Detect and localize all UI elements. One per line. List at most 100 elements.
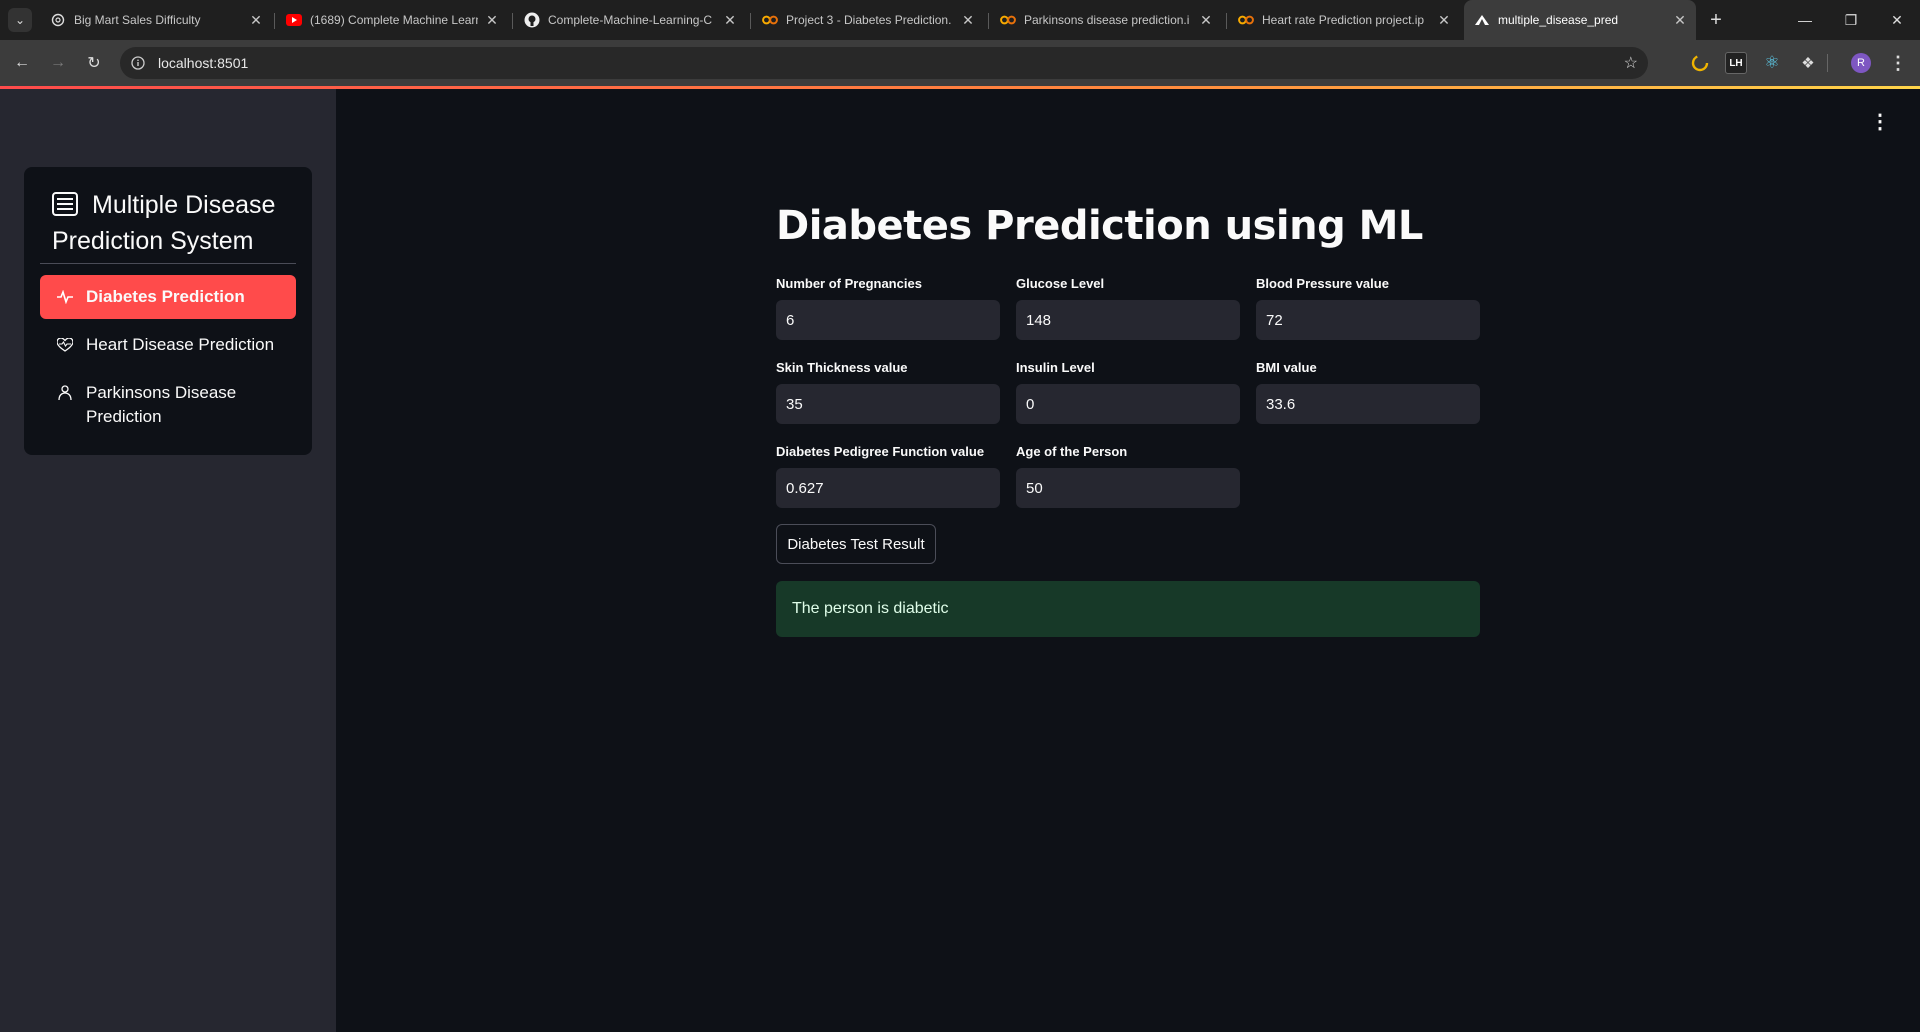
browser-tab[interactable]: Heart rate Prediction project.ip ✕: [1228, 6, 1460, 34]
tab-title: multiple_disease_pred: [1498, 13, 1619, 27]
tab-title: Parkinsons disease prediction.i: [1024, 13, 1190, 27]
close-tab-icon[interactable]: ✕: [1198, 12, 1214, 28]
url-text: localhost:8501: [158, 55, 249, 71]
close-tab-icon[interactable]: ✕: [1672, 12, 1688, 28]
main-content: ⋮ Diabetes Prediction using ML Number of…: [336, 89, 1920, 1032]
restore-icon[interactable]: ❐: [1828, 0, 1874, 40]
age-label: Age of the Person: [1016, 444, 1128, 459]
tab-title: (1689) Complete Machine Learn: [310, 13, 478, 27]
address-bar[interactable]: localhost:8501 ☆: [120, 47, 1648, 79]
blood-pressure-label: Blood Pressure value: [1256, 276, 1389, 291]
result-text: The person is diabetic: [792, 600, 949, 617]
app-menu-icon[interactable]: ⋮: [1868, 109, 1892, 133]
extension-clock-icon[interactable]: [1689, 52, 1711, 74]
chatgpt-icon: [50, 12, 66, 28]
person-icon: [56, 381, 74, 405]
blood-pressure-field: Blood Pressure value: [1256, 276, 1480, 340]
diabetes-test-result-button[interactable]: Diabetes Test Result: [776, 524, 936, 564]
github-icon: [524, 12, 540, 28]
close-tab-icon[interactable]: ✕: [484, 12, 500, 28]
puzzle-icon[interactable]: ❖: [1797, 52, 1819, 74]
tab-title: Heart rate Prediction project.ip: [1262, 13, 1425, 27]
glucose-input[interactable]: [1016, 300, 1240, 340]
skin-thickness-label: Skin Thickness value: [776, 360, 908, 375]
react-devtools-icon[interactable]: ⚛: [1761, 52, 1783, 74]
browser-tab[interactable]: (1689) Complete Machine Learn ✕: [276, 6, 508, 34]
bmi-label: BMI value: [1256, 360, 1317, 375]
menu-title: Multiple Disease Prediction System: [52, 187, 292, 259]
tab-separator: [274, 13, 275, 29]
youtube-icon: [286, 12, 302, 28]
menu-divider: [40, 263, 296, 264]
skin-thickness-input[interactable]: [776, 384, 1000, 424]
tab-title: Project 3 - Diabetes Prediction.: [786, 13, 952, 27]
pedigree-input[interactable]: [776, 468, 1000, 508]
toolbar-divider: [1827, 54, 1828, 72]
close-tab-icon[interactable]: ✕: [960, 12, 976, 28]
forward-arrow-icon[interactable]: →: [42, 47, 74, 79]
pregnancies-label: Number of Pregnancies: [776, 276, 922, 291]
minimize-icon[interactable]: —: [1782, 0, 1828, 40]
sidebar-item-label: Parkinsons Disease Prediction: [86, 383, 237, 426]
close-tab-icon[interactable]: ✕: [1436, 12, 1452, 28]
sidebar-item-label: Diabetes Prediction: [86, 287, 245, 306]
tab-separator: [988, 13, 989, 29]
sidebar-item-diabetes-prediction[interactable]: Diabetes Prediction: [40, 275, 296, 319]
colab-icon: [1000, 12, 1016, 28]
tab-separator: [750, 13, 751, 29]
bmi-field: BMI value: [1256, 360, 1480, 424]
tab-title: Complete-Machine-Learning-C: [548, 13, 713, 27]
success-alert: The person is diabetic: [776, 581, 1480, 637]
age-field: Age of the Person: [1016, 444, 1240, 508]
list-card-icon: [52, 192, 78, 216]
blood-pressure-input[interactable]: [1256, 300, 1480, 340]
tab-separator: [512, 13, 513, 29]
close-window-icon[interactable]: ✕: [1874, 0, 1920, 40]
glucose-field: Glucose Level: [1016, 276, 1240, 340]
site-info-icon[interactable]: [124, 49, 152, 77]
option-menu: Multiple Disease Prediction System Diabe…: [24, 167, 312, 455]
browser-tab-bar: ⌄ Big Mart Sales Difficulty ✕ (1689) Com…: [0, 0, 1920, 40]
extension-lh-icon[interactable]: LH: [1725, 52, 1747, 74]
profile-avatar[interactable]: R: [1851, 53, 1871, 73]
bmi-input[interactable]: [1256, 384, 1480, 424]
insulin-label: Insulin Level: [1016, 360, 1095, 375]
pedigree-field: Diabetes Pedigree Function value: [776, 444, 1000, 508]
age-input[interactable]: [1016, 468, 1240, 508]
extension-lh-label: LH: [1729, 57, 1743, 69]
browser-tab[interactable]: Parkinsons disease prediction.i ✕: [990, 6, 1222, 34]
close-tab-icon[interactable]: ✕: [248, 12, 264, 28]
insulin-input[interactable]: [1016, 384, 1240, 424]
sidebar: Multiple Disease Prediction System Diabe…: [0, 89, 336, 1032]
insulin-field: Insulin Level: [1016, 360, 1240, 424]
tab-title: Big Mart Sales Difficulty: [74, 13, 201, 27]
colab-icon: [762, 12, 778, 28]
browser-tab-active[interactable]: multiple_disease_pred ✕: [1464, 0, 1696, 40]
browser-tab[interactable]: Big Mart Sales Difficulty ✕: [40, 6, 272, 34]
streamlit-icon: [1474, 12, 1490, 28]
close-tab-icon[interactable]: ✕: [722, 12, 738, 28]
pregnancies-field: Number of Pregnancies: [776, 276, 1000, 340]
sidebar-item-parkinsons-disease-prediction[interactable]: Parkinsons Disease Prediction: [40, 371, 296, 439]
activity-icon: [56, 285, 74, 309]
sidebar-item-label: Heart Disease Prediction: [86, 335, 275, 354]
back-arrow-icon[interactable]: ←: [6, 47, 38, 79]
browser-toolbar: ← → ↻ localhost:8501 ☆ LH ⚛ ❖ R ⋮: [0, 40, 1920, 86]
browser-tab[interactable]: Project 3 - Diabetes Prediction. ✕: [752, 6, 984, 34]
skin-thickness-field: Skin Thickness value: [776, 360, 1000, 424]
heart-pulse-icon: [56, 333, 74, 357]
page-title: Diabetes Prediction using ML: [776, 203, 1423, 249]
reload-icon[interactable]: ↻: [78, 47, 110, 79]
sidebar-title: Multiple Disease Prediction System: [52, 191, 276, 255]
pedigree-label: Diabetes Pedigree Function value: [776, 444, 985, 459]
new-tab-icon[interactable]: +: [1704, 8, 1728, 32]
tab-separator: [1226, 13, 1227, 29]
tab-search-dropdown-icon[interactable]: ⌄: [8, 8, 32, 32]
glucose-label: Glucose Level: [1016, 276, 1105, 291]
browser-tab[interactable]: Complete-Machine-Learning-C ✕: [514, 6, 746, 34]
colab-icon: [1238, 12, 1254, 28]
sidebar-item-heart-disease-prediction[interactable]: Heart Disease Prediction: [40, 323, 296, 367]
pregnancies-input[interactable]: [776, 300, 1000, 340]
browser-menu-icon[interactable]: ⋮: [1882, 47, 1914, 79]
bookmark-star-icon[interactable]: ☆: [1624, 53, 1638, 73]
